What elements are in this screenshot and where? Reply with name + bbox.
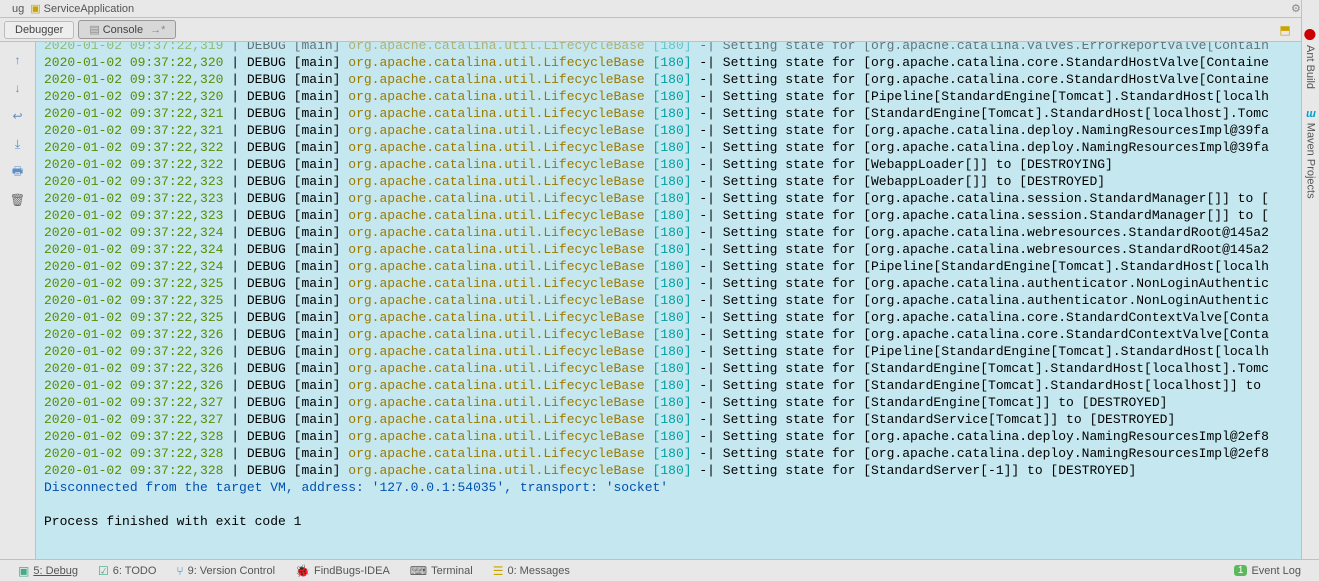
log-line: 2020-01-02 09:37:22,324 | DEBUG [main] o… [44,258,1301,275]
log-line: 2020-01-02 09:37:22,320 | DEBUG [main] o… [44,54,1301,71]
export-icon[interactable]: ⬒ [1276,21,1294,39]
up-arrow-icon[interactable]: ↑ [8,50,28,70]
status-vcs[interactable]: ⑂9: Version Control [166,564,285,578]
right-tool-strip: ⬤Ant Build mMaven Projects [1301,0,1319,559]
log-line: 2020-01-02 09:37:22,321 | DEBUG [main] o… [44,105,1301,122]
print-icon[interactable]: 🖶 [8,162,28,182]
main-area: ↑ ↓ ↩ ⤓ 🖶 🗑 2020-01-02 09:37:22,319 | DE… [0,42,1301,559]
trash-icon[interactable]: 🗑 [8,190,28,210]
log-line: 2020-01-02 09:37:22,325 | DEBUG [main] o… [44,309,1301,326]
log-line: 2020-01-02 09:37:22,328 | DEBUG [main] o… [44,445,1301,462]
log-line: 2020-01-02 09:37:22,327 | DEBUG [main] o… [44,394,1301,411]
gear-icon[interactable]: ⚙ [1291,2,1301,15]
down-arrow-icon[interactable]: ↓ [8,78,28,98]
run-config-icon: ▣ [30,2,40,15]
maven-projects-tab[interactable]: mMaven Projects [1303,101,1319,207]
log-line: 2020-01-02 09:37:22,322 | DEBUG [main] o… [44,139,1301,156]
exit-line: Process finished with exit code 1 [44,513,1301,530]
log-line: 2020-01-02 09:37:22,320 | DEBUG [main] o… [44,88,1301,105]
status-findbugs[interactable]: 🐞FindBugs-IDEA [285,564,400,578]
log-line: 2020-01-02 09:37:22,328 | DEBUG [main] o… [44,462,1301,479]
log-line: 2020-01-02 09:37:22,323 | DEBUG [main] o… [44,173,1301,190]
title-bar: ug ▣ ServiceApplication ⚙ − [0,0,1319,18]
run-config-name: ServiceApplication [44,3,135,15]
title-prefix: ug [12,3,24,15]
log-line: 2020-01-02 09:37:22,324 | DEBUG [main] o… [44,241,1301,258]
log-line: 2020-01-02 09:37:22,328 | DEBUG [main] o… [44,428,1301,445]
scroll-end-icon[interactable]: ⤓ [8,134,28,154]
log-line: 2020-01-02 09:37:22,321 | DEBUG [main] o… [44,122,1301,139]
log-line: 2020-01-02 09:37:22,326 | DEBUG [main] o… [44,326,1301,343]
log-line: 2020-01-02 09:37:22,327 | DEBUG [main] o… [44,411,1301,428]
log-line: 2020-01-02 09:37:22,326 | DEBUG [main] o… [44,343,1301,360]
status-terminal[interactable]: ⌨Terminal [400,564,483,578]
status-bar: ▣5: Debug ☑6: TODO ⑂9: Version Control 🐞… [0,559,1319,581]
log-line: 2020-01-02 09:37:22,323 | DEBUG [main] o… [44,190,1301,207]
log-line: 2020-01-02 09:37:22,322 | DEBUG [main] o… [44,156,1301,173]
disconnect-line: Disconnected from the target VM, address… [44,479,1301,496]
status-messages[interactable]: ☰0: Messages [483,564,580,578]
soft-wrap-icon[interactable]: ↩ [8,106,28,126]
log-line: 2020-01-02 09:37:22,326 | DEBUG [main] o… [44,360,1301,377]
pin-icon: →* [150,24,165,36]
tabs-row: Debugger ▤Console →* ⬒ ◧ [0,18,1319,42]
debugger-tab[interactable]: Debugger [4,21,74,39]
status-eventlog[interactable]: 1Event Log [1224,565,1311,577]
left-gutter: ↑ ↓ ↩ ⤓ 🖶 🗑 [0,42,36,559]
log-line: 2020-01-02 09:37:22,323 | DEBUG [main] o… [44,207,1301,224]
ant-build-tab[interactable]: ⬤Ant Build [1302,20,1319,97]
status-debug[interactable]: ▣5: Debug [8,564,88,578]
log-line: 2020-01-02 09:37:22,320 | DEBUG [main] o… [44,71,1301,88]
log-line: 2020-01-02 09:37:22,325 | DEBUG [main] o… [44,292,1301,309]
console-icon: ▤ [89,24,99,36]
status-todo[interactable]: ☑6: TODO [88,564,166,578]
log-line: 2020-01-02 09:37:22,325 | DEBUG [main] o… [44,275,1301,292]
log-line: 2020-01-02 09:37:22,326 | DEBUG [main] o… [44,377,1301,394]
console-tab[interactable]: ▤Console →* [78,20,176,39]
log-line: 2020-01-02 09:37:22,324 | DEBUG [main] o… [44,224,1301,241]
console-output[interactable]: 2020-01-02 09:37:22,319 | DEBUG [main] o… [36,42,1301,559]
